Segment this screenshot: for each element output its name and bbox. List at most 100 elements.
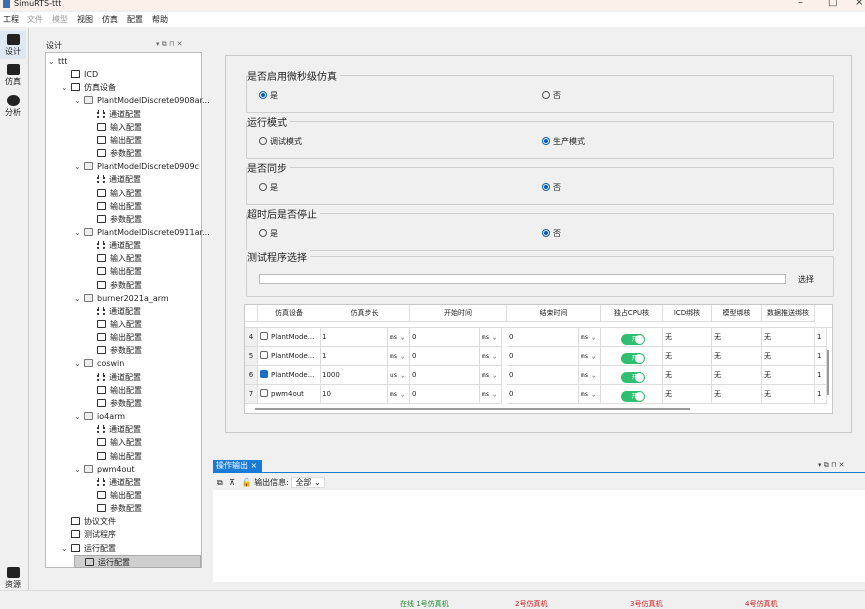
radio-button-icon[interactable] <box>542 183 550 191</box>
chevron-down-icon[interactable]: ⌄ <box>74 160 84 173</box>
unit-select[interactable]: ms ⌄ <box>579 347 601 366</box>
unit-select[interactable]: ms ⌄ <box>480 347 502 366</box>
tab-operation-output[interactable]: 操作输出 × <box>213 460 262 472</box>
clear-icon[interactable]: ⊼ <box>229 478 235 487</box>
chevron-down-icon[interactable]: ⌄ <box>74 292 84 305</box>
tree-item[interactable]: 通道配置 <box>87 239 141 252</box>
tree-item[interactable]: ⌄ coswin <box>74 357 124 370</box>
end-time-input[interactable]: 0 <box>507 366 579 385</box>
sidebar-design[interactable]: 设计 <box>0 31 26 59</box>
menu-project[interactable]: 工程 <box>3 14 19 25</box>
vertical-scrollbar[interactable] <box>827 350 829 395</box>
push-bind-cell[interactable]: 无 <box>762 366 815 385</box>
test-program-path-bar[interactable] <box>259 274 786 284</box>
step-input[interactable]: 1 <box>320 347 388 366</box>
radio-button-icon[interactable] <box>259 229 267 237</box>
menu-model[interactable]: 模型 <box>52 14 68 25</box>
tree-item[interactable]: 输出配置 <box>87 134 142 147</box>
step-input[interactable]: 1000 <box>320 366 388 385</box>
menu-help[interactable]: 帮助 <box>152 14 168 25</box>
icd-bind-cell[interactable]: 无 <box>663 385 712 404</box>
chevron-down-icon[interactable]: ⌄ <box>74 463 84 476</box>
tree-item[interactable]: 运行配置 <box>74 554 201 568</box>
tree-item[interactable]: 参数配置 <box>87 344 142 357</box>
unit-select[interactable]: ms ⌄ <box>388 328 410 347</box>
model-bind-cell[interactable]: 无 <box>712 366 762 385</box>
tree-item[interactable]: 通道配置 <box>87 423 141 436</box>
start-time-input[interactable]: 0 <box>410 347 480 366</box>
tree-item[interactable]: ICD <box>61 68 98 81</box>
menu-file[interactable]: 文件 <box>27 14 43 25</box>
step-input[interactable]: 10 <box>320 385 388 404</box>
tree-view[interactable]: ⌄ ttt ICD ⌄ 仿真设备 ⌄ PlantModelDiscrete0908ar...… <box>45 52 210 568</box>
radio-option[interactable]: 否 <box>542 182 561 193</box>
tree-item[interactable]: 参数配置 <box>87 502 142 515</box>
copy-icon[interactable]: ⧉ <box>217 478 223 487</box>
cpu-toggle[interactable]: 开 <box>620 372 645 383</box>
output-log[interactable] <box>213 490 865 582</box>
tree-item[interactable]: 通道配置 <box>87 108 141 121</box>
unit-select[interactable]: ms ⌄ <box>388 385 410 404</box>
tree-item[interactable]: 参数配置 <box>87 147 142 160</box>
tree-item[interactable]: 输出配置 <box>87 265 142 278</box>
tree-item[interactable]: ⌄ ttt <box>48 55 67 68</box>
tree-item[interactable]: 参数配置 <box>87 213 142 226</box>
sidebar-resources[interactable]: 资源 <box>0 564 26 592</box>
step-input[interactable]: 1 <box>320 328 388 347</box>
select-button[interactable]: 选择 <box>798 274 814 285</box>
radio-option[interactable]: 是 <box>259 90 278 101</box>
close-tab-icon[interactable]: × <box>251 461 258 470</box>
column-header-push[interactable]: 数据推送绑核 <box>762 305 815 322</box>
radio-option[interactable]: 否 <box>542 90 561 101</box>
icd-bind-cell[interactable]: 无 <box>663 328 712 347</box>
sidebar-analysis[interactable]: 分析 <box>0 92 26 120</box>
push-bind-cell[interactable]: 无 <box>762 328 815 347</box>
unit-select[interactable]: ms ⌄ <box>480 385 502 404</box>
tree-item[interactable]: ⌄ burner2021a_arm <box>74 292 169 305</box>
checkbox[interactable] <box>260 332 268 340</box>
tree-item[interactable]: ⌄ PlantModelDiscrete0909c <box>74 160 199 173</box>
tree-item[interactable]: ⌄ pwm4out <box>74 463 135 476</box>
end-time-input[interactable]: 0 <box>507 328 579 347</box>
checkbox[interactable] <box>260 370 268 378</box>
radio-option[interactable]: 生产模式 <box>542 136 585 147</box>
cpu-toggle[interactable]: 开 <box>620 353 645 364</box>
device-cell[interactable]: PlantMode... <box>258 328 321 347</box>
device-cell[interactable]: PlantMode... <box>258 347 321 366</box>
lock-icon[interactable]: 🔓 <box>242 478 252 487</box>
radio-button-icon[interactable] <box>259 137 267 145</box>
checkbox[interactable] <box>260 351 268 359</box>
chevron-down-icon[interactable]: ⌄ <box>74 357 84 370</box>
column-header-step[interactable]: 仿真步长 <box>320 305 410 322</box>
tree-item[interactable]: ⌄ PlantModelDiscrete0908ar... <box>74 94 210 107</box>
icd-bind-cell[interactable]: 无 <box>663 366 712 385</box>
tree-item[interactable]: ⌄ 运行配置 <box>61 542 116 555</box>
tree-item[interactable]: ⌄ 仿真设备 <box>61 81 116 94</box>
tree-item[interactable]: 通道配置 <box>87 371 141 384</box>
tree-item[interactable]: 通道配置 <box>87 173 141 186</box>
push-bind-cell[interactable]: 无 <box>762 347 815 366</box>
tree-item[interactable]: 通道配置 <box>87 476 141 489</box>
radio-button-icon[interactable] <box>259 91 267 99</box>
tree-item[interactable]: 输出配置 <box>87 331 142 344</box>
column-header-cpu[interactable]: 独占CPU核 <box>601 305 663 322</box>
tree-item[interactable]: 输入配置 <box>87 121 142 134</box>
column-header-end[interactable]: 结束时间 <box>507 305 601 322</box>
tree-item[interactable]: 输入配置 <box>87 252 142 265</box>
radio-option[interactable]: 否 <box>542 228 561 239</box>
end-time-input[interactable]: 0 <box>507 385 579 404</box>
maximize-button[interactable]: □ <box>828 0 837 8</box>
cpu-toggle[interactable]: 开 <box>620 334 645 345</box>
model-bind-cell[interactable]: 无 <box>712 347 762 366</box>
column-header-icd[interactable]: ICD绑核 <box>663 305 712 322</box>
column-header-start[interactable]: 开始时间 <box>410 305 507 322</box>
chevron-down-icon[interactable]: ⌄ <box>48 55 58 68</box>
chevron-down-icon[interactable]: ⌄ <box>61 81 71 94</box>
start-time-input[interactable]: 0 <box>410 366 480 385</box>
model-bind-cell[interactable]: 无 <box>712 328 762 347</box>
radio-button-icon[interactable] <box>542 91 550 99</box>
tree-item[interactable]: 输出配置 <box>87 450 142 463</box>
minimize-button[interactable]: – <box>798 0 803 8</box>
tree-item[interactable]: 输入配置 <box>87 318 142 331</box>
horizontal-scrollbar[interactable] <box>255 408 690 410</box>
